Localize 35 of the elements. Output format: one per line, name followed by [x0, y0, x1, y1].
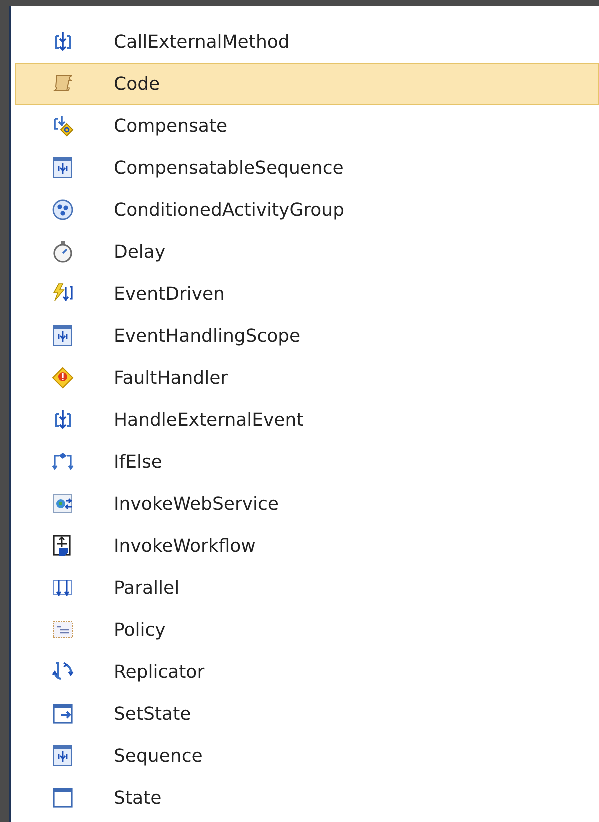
toolbox-item[interactable]: Replicator — [15, 651, 599, 693]
circle-nodes-icon — [52, 199, 74, 221]
toolbox-item[interactable]: HandleExternalEvent — [15, 399, 599, 441]
policy-document-icon — [52, 619, 74, 641]
toolbox-item[interactable]: Sequence — [15, 735, 599, 777]
toolbox-item[interactable]: FaultHandler — [15, 357, 599, 399]
toolbox-item[interactable]: ConditionedActivityGroup — [15, 189, 599, 231]
toolbox-item[interactable]: IfElse — [15, 441, 599, 483]
toolbox-item[interactable]: Compensate — [15, 105, 599, 147]
toolbox-item[interactable]: CallExternalMethod — [15, 21, 599, 63]
window-arrows-icon — [52, 745, 74, 767]
cycle-arrows-icon — [52, 661, 74, 683]
toolbox-item[interactable]: Code — [15, 63, 599, 105]
toolbox-item[interactable]: Delay — [15, 231, 599, 273]
toolbox-item[interactable]: InvokeWorkflow — [15, 525, 599, 567]
globe-arrows-icon — [52, 493, 74, 515]
toolbox-item[interactable]: State — [15, 777, 599, 819]
toolbox-item[interactable]: CompensatableSequence — [15, 147, 599, 189]
arrows-diamond-icon — [52, 115, 74, 137]
toolbox-item[interactable]: InvokeWebService — [15, 483, 599, 525]
toolbox-item[interactable]: Parallel — [15, 567, 599, 609]
parallel-arrows-icon — [52, 577, 74, 599]
stopwatch-icon — [52, 241, 74, 263]
toolbox-item[interactable]: SetState — [15, 693, 599, 735]
branch-icon — [52, 451, 74, 473]
toolbox-item[interactable]: EventDriven — [15, 273, 599, 315]
warning-diamond-icon — [52, 367, 74, 389]
toolbox-item[interactable]: EventHandlingScope — [15, 315, 599, 357]
window-arrows-icon — [52, 157, 74, 179]
window-icon — [52, 787, 74, 809]
workflow-icon — [52, 535, 74, 557]
window-arrows-icon — [52, 325, 74, 347]
flow-arrows-icon — [52, 409, 74, 431]
toolbox-item[interactable]: Policy — [15, 609, 599, 651]
flow-arrows-icon — [52, 31, 74, 53]
